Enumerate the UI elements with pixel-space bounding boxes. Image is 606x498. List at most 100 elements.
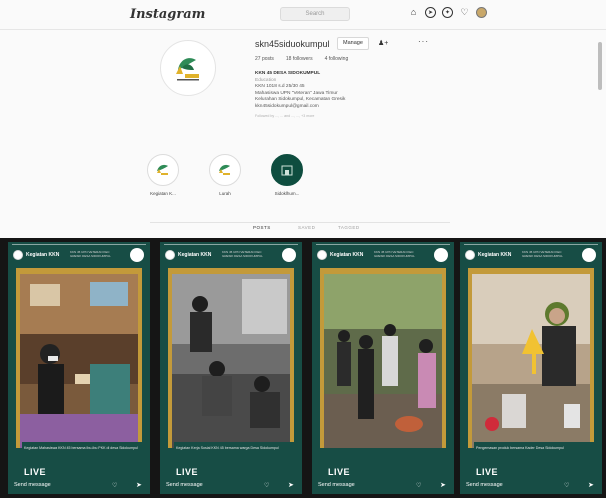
building-icon xyxy=(281,165,293,176)
scrollbar[interactable] xyxy=(598,42,602,90)
send-icon[interactable]: ➤ xyxy=(440,481,446,489)
story-subtitle: KKN 45 UPN VETERAN KEC GRESIK DESA SIDOK… xyxy=(222,250,263,258)
story-progress-bar xyxy=(316,244,450,245)
profile-picture[interactable] xyxy=(160,40,216,96)
story-card[interactable]: Kegiatan KKN KKN 45 UPN VETERAN KEC GRES… xyxy=(312,242,454,494)
story-subtitle: KKN 45 UPN VETERAN KEC GRESIK DESA SIDOK… xyxy=(374,250,415,258)
profile-avatar[interactable] xyxy=(476,7,487,18)
heart-icon[interactable]: ♡ xyxy=(112,482,117,489)
followers-count[interactable]: 18 followers xyxy=(286,56,313,62)
search-input[interactable]: Search xyxy=(280,7,350,21)
story-progress-bar xyxy=(12,244,146,245)
explore-icon[interactable]: ✦ xyxy=(442,7,453,18)
profile-bio: KKN 45 DESA SIDOKUMPUL Education KKN 101… xyxy=(255,71,475,120)
bio-email[interactable]: kkn45sidokumpul@gmail.com xyxy=(255,104,475,111)
live-badge: LIVE xyxy=(176,467,199,477)
send-icon[interactable]: ➤ xyxy=(288,481,294,489)
tab-posts[interactable]: POSTS xyxy=(253,225,271,230)
story-avatar[interactable] xyxy=(13,250,23,260)
activity-icon[interactable]: ♡ xyxy=(459,7,470,18)
story-photo xyxy=(324,274,442,448)
story-title: Kegiatan KKN xyxy=(478,252,512,258)
story-title: Kegiatan KKN xyxy=(26,252,60,258)
story-caption: Kegiatan Kerja Sosial KKN 45 bersama war… xyxy=(176,446,279,450)
add-person-icon[interactable]: ♟+ xyxy=(378,39,388,47)
highlight-label: Lurah xyxy=(219,191,231,196)
highlight-label: Sidoklhum... xyxy=(274,191,300,196)
story-caption: Pengemasan produk bersama Kader Desa Sid… xyxy=(476,446,564,450)
story-highlights: Kegiatan K... Lurah Sidoklhum... xyxy=(140,154,310,196)
heart-icon[interactable]: ♡ xyxy=(416,482,421,489)
heart-icon[interactable]: ♡ xyxy=(564,482,569,489)
followed-by[interactable]: Followed by ..., ... and ..., ..., +3 mo… xyxy=(255,113,475,120)
kkn-logo-icon xyxy=(176,58,199,81)
instagram-logo[interactable]: Instagram xyxy=(130,7,205,22)
story-title: Kegiatan KKN xyxy=(178,252,212,258)
story-avatar[interactable] xyxy=(317,250,327,260)
send-icon[interactable]: ➤ xyxy=(588,481,594,489)
highlight-cover[interactable] xyxy=(147,154,179,186)
story-progress-bar xyxy=(164,244,298,245)
story-header: Kegiatan KKN KKN 45 UPN VETERAN KEC GRES… xyxy=(164,247,298,265)
story-reply-input[interactable]: Send message xyxy=(14,482,51,488)
highlight-item[interactable]: Kegiatan K... xyxy=(140,154,186,196)
more-options-icon[interactable]: ··· xyxy=(418,37,429,46)
highlight-item[interactable]: Lurah xyxy=(202,154,248,196)
story-logo-icon xyxy=(282,248,296,262)
profile-username: skn45siduokumpul xyxy=(255,39,330,49)
story-photo xyxy=(472,274,590,448)
story-avatar[interactable] xyxy=(465,250,475,260)
village-street-image xyxy=(324,274,442,448)
live-badge: LIVE xyxy=(476,467,499,477)
heart-icon[interactable]: ♡ xyxy=(264,482,269,489)
product-packaging-image xyxy=(472,274,590,448)
story-logo-icon xyxy=(130,248,144,262)
tab-tagged[interactable]: TAGGED xyxy=(338,225,360,230)
story-card[interactable]: Kegiatan KKN KKN 45 UPN VETERAN KEC GRES… xyxy=(8,242,150,494)
story-progress-bar xyxy=(464,244,598,245)
live-badge: LIVE xyxy=(24,467,47,477)
story-header: Kegiatan KKN KKN 45 UPN VETERAN KEC GRES… xyxy=(316,247,450,265)
story-header: Kegiatan KKN KKN 45 UPN VETERAN KEC GRES… xyxy=(464,247,598,265)
story-reply-input[interactable]: Send message xyxy=(318,482,355,488)
highlight-cover[interactable] xyxy=(209,154,241,186)
story-card[interactable]: Kegiatan KKN KKN 45 UPN VETERAN KEC GRES… xyxy=(160,242,302,494)
story-card[interactable]: Kegiatan KKN KKN 45 UPN VETERAN KEC GRES… xyxy=(460,242,602,494)
story-logo-icon xyxy=(582,248,596,262)
story-logo-icon xyxy=(434,248,448,262)
highlight-cover[interactable] xyxy=(271,154,303,186)
highlight-label: Kegiatan K... xyxy=(150,191,176,196)
following-count[interactable]: 4 following xyxy=(325,56,349,62)
top-navigation: Instagram Search ⌂ ➤ ✦ ♡ xyxy=(0,0,606,30)
story-title: Kegiatan KKN xyxy=(330,252,364,258)
story-viewer-strip: Kegiatan KKN KKN 45 UPN VETERAN KEC GRES… xyxy=(0,238,606,498)
outdoor-work-image xyxy=(172,274,290,448)
kkn-logo-icon xyxy=(157,164,168,175)
story-caption-box xyxy=(174,442,296,460)
send-icon[interactable]: ➤ xyxy=(136,481,142,489)
story-avatar[interactable] xyxy=(165,250,175,260)
story-caption-box xyxy=(474,442,596,460)
live-badge: LIVE xyxy=(328,467,351,477)
tabs-divider xyxy=(150,222,450,223)
kitchen-scene-image xyxy=(20,274,138,448)
profile-stats: 27 posts 18 followers 4 following xyxy=(255,56,348,62)
story-caption-box xyxy=(22,442,144,460)
story-reply-input[interactable]: Send message xyxy=(166,482,203,488)
story-subtitle: KKN 45 UPN VETERAN KEC GRESIK DESA SIDOK… xyxy=(70,250,111,258)
profile-tabs: POSTS SAVED TAGGED xyxy=(0,222,606,238)
story-photo xyxy=(20,274,138,448)
kkn-logo-icon xyxy=(219,164,230,175)
posts-count[interactable]: 27 posts xyxy=(255,56,274,62)
tab-saved[interactable]: SAVED xyxy=(298,225,315,230)
home-icon[interactable]: ⌂ xyxy=(408,7,419,18)
nav-icons: ⌂ ➤ ✦ ♡ xyxy=(408,7,487,18)
story-header: Kegiatan KKN KKN 45 UPN VETERAN KEC GRES… xyxy=(12,247,146,265)
manage-button[interactable]: Manage xyxy=(337,37,369,50)
highlight-item[interactable]: Sidoklhum... xyxy=(264,154,310,196)
story-caption: Kegiatan Mahasiswa KKN 45 bersama ibu-ib… xyxy=(24,446,138,450)
direct-icon[interactable]: ➤ xyxy=(425,7,436,18)
story-reply-input[interactable]: Send message xyxy=(466,482,503,488)
story-photo xyxy=(172,274,290,448)
story-subtitle: KKN 45 UPN VETERAN KEC GRESIK DESA SIDOK… xyxy=(522,250,563,258)
